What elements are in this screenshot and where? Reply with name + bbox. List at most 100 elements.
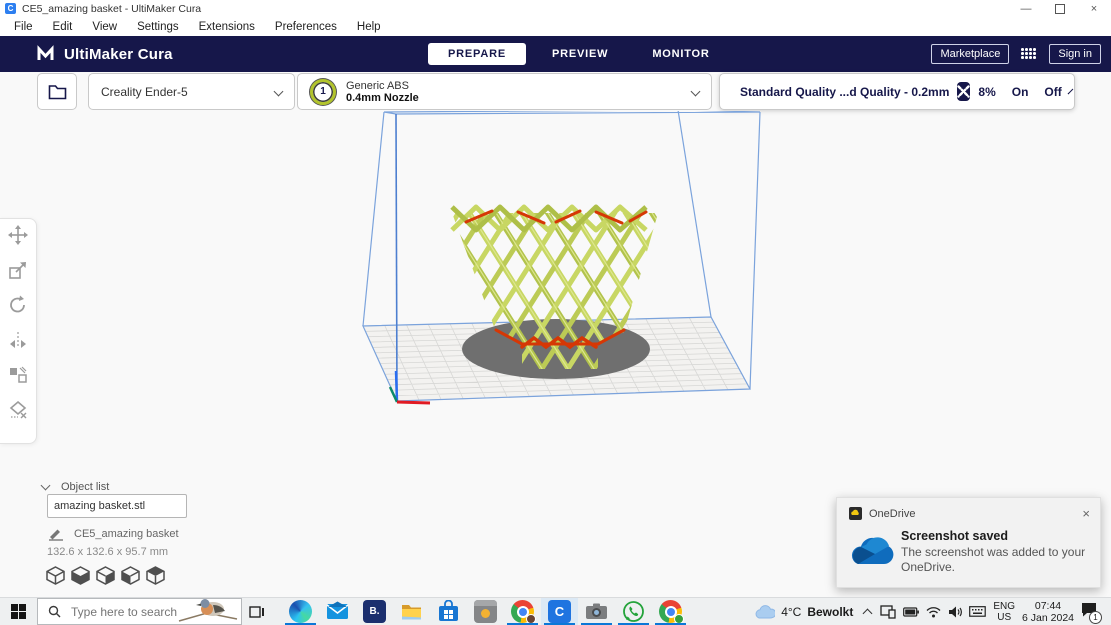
- taskbar-item-store[interactable]: [430, 598, 467, 625]
- marketplace-button[interactable]: Marketplace: [931, 44, 1010, 64]
- touch-keyboard-icon[interactable]: [969, 606, 987, 617]
- menu-item-preferences[interactable]: Preferences: [265, 21, 347, 33]
- toast-title: Screenshot saved: [901, 529, 1008, 543]
- mail-icon: [326, 601, 349, 619]
- printer-selector[interactable]: Creality Ender-5: [88, 73, 295, 110]
- taskbar-item-chrome-1[interactable]: [504, 598, 541, 625]
- profile-label: Standard Quality ...d Quality - 0.2mm: [740, 84, 950, 99]
- view-right-button[interactable]: [145, 565, 166, 586]
- stage-tabs: PREPARE PREVIEW MONITOR: [428, 36, 728, 72]
- onedrive-cloud-icon: [851, 537, 894, 564]
- chrome-icon: [659, 600, 684, 624]
- object-list-label: Object list: [61, 481, 110, 493]
- menu-item-extensions[interactable]: Extensions: [189, 21, 265, 33]
- weather-cloud-icon: [755, 604, 776, 618]
- mirror-tool-icon[interactable]: [8, 330, 28, 350]
- toast-body: The screenshot was added to your OneDriv…: [901, 545, 1086, 574]
- chevron-down-icon: [40, 480, 51, 491]
- menu-item-settings[interactable]: Settings: [127, 21, 189, 33]
- view-top-button[interactable]: [95, 565, 116, 586]
- cura-icon: C: [548, 600, 571, 623]
- infill-value: 8%: [978, 84, 996, 99]
- wifi-icon[interactable]: [926, 606, 941, 618]
- rotate-tool-icon[interactable]: [8, 295, 28, 315]
- tray-expand-icon[interactable]: [862, 608, 873, 618]
- object-name: CE5_amazing basket: [74, 528, 179, 540]
- task-view-icon: [249, 605, 264, 618]
- build-volume-left-edge: [395, 113, 398, 402]
- app-icon: C: [5, 3, 16, 14]
- menu-item-file[interactable]: File: [4, 21, 43, 33]
- print-settings-selector[interactable]: Standard Quality ...d Quality - 0.2mm 8%…: [719, 73, 1075, 110]
- folder-icon: [48, 84, 66, 99]
- taskbar-item-mail[interactable]: [319, 598, 356, 625]
- taskbar-item-booking[interactable]: B.: [356, 598, 393, 625]
- view-front-button[interactable]: [70, 565, 91, 586]
- language-indicator[interactable]: ENG US: [993, 601, 1015, 623]
- taskbar-clock[interactable]: 07:44 6 Jan 2024: [1022, 600, 1074, 624]
- weather-description: Bewolkt: [807, 604, 854, 619]
- model-dimensions: 132.6 x 132.6 x 95.7 mm: [47, 546, 169, 558]
- taskbar-item-chrome-2[interactable]: [652, 598, 689, 625]
- close-button[interactable]: ×: [1077, 0, 1111, 17]
- sign-in-button[interactable]: Sign in: [1049, 44, 1101, 64]
- tab-prepare[interactable]: PREPARE: [428, 43, 526, 65]
- language-code: ENG: [993, 600, 1016, 612]
- menu-item-view[interactable]: View: [82, 21, 127, 33]
- object-list-toggle[interactable]: Object list: [40, 480, 110, 493]
- extruder-badge: 1: [310, 78, 336, 105]
- title-bar: C CE5_amazing basket - UltiMaker Cura — …: [0, 0, 1111, 17]
- main-header: UltiMaker Cura PREPARE PREVIEW MONITOR M…: [0, 36, 1111, 72]
- booking-icon: B.: [363, 600, 386, 623]
- menu-item-edit[interactable]: Edit: [43, 21, 83, 33]
- tab-preview[interactable]: PREVIEW: [534, 43, 626, 65]
- taskbar-item-cura[interactable]: C: [541, 598, 578, 625]
- action-center-button[interactable]: 1: [1081, 602, 1102, 624]
- windows-logo-icon: [11, 604, 26, 619]
- move-tool-icon[interactable]: [8, 225, 28, 245]
- view-orientation-buttons: [45, 565, 166, 586]
- toast-close-button[interactable]: ×: [1082, 506, 1090, 521]
- weather-widget[interactable]: 4°C Bewolkt: [754, 605, 853, 619]
- start-button[interactable]: [0, 598, 37, 625]
- filename-input[interactable]: [47, 494, 187, 518]
- clock-date: 6 Jan 2024: [1022, 611, 1074, 624]
- chevron-down-icon: [690, 86, 701, 97]
- chevron-down-icon: [273, 86, 284, 97]
- support-blocker-icon[interactable]: [8, 400, 28, 420]
- battery-icon[interactable]: [903, 606, 920, 617]
- scale-tool-icon[interactable]: [8, 260, 28, 280]
- task-view-button[interactable]: [242, 598, 272, 625]
- tool-panel: [0, 218, 37, 444]
- notification-badge: 1: [1089, 610, 1102, 624]
- material-name: Generic ABS: [346, 79, 409, 92]
- material-selector[interactable]: 1 Generic ABS 0.4mm Nozzle: [297, 73, 712, 110]
- view-3d-button[interactable]: [45, 565, 66, 586]
- chrome-icon: [511, 600, 536, 624]
- maximize-icon: [1055, 3, 1065, 14]
- minimize-button[interactable]: —: [1009, 0, 1043, 17]
- tab-monitor[interactable]: MONITOR: [634, 43, 727, 65]
- weather-temperature: 4°C: [781, 604, 802, 619]
- taskbar-item-camera[interactable]: [578, 598, 615, 625]
- taskbar-item-edge[interactable]: [282, 598, 319, 625]
- taskbar-item-file-explorer[interactable]: [393, 598, 430, 625]
- volume-icon[interactable]: [948, 606, 963, 618]
- your-phone-icon[interactable]: [880, 604, 897, 619]
- file-explorer-icon: [402, 605, 421, 620]
- menu-item-help[interactable]: Help: [347, 21, 391, 33]
- onedrive-notification: OneDrive × Screenshot saved The screensh…: [836, 497, 1101, 588]
- open-file-button[interactable]: [37, 73, 77, 110]
- taskbar-item-whatsapp[interactable]: [615, 598, 652, 625]
- taskbar-item-gray-app[interactable]: [467, 598, 504, 625]
- nozzle-size: 0.4mm Nozzle: [346, 91, 419, 104]
- apps-grid-icon[interactable]: [1021, 48, 1037, 60]
- view-left-button[interactable]: [120, 565, 141, 586]
- onedrive-app-icon: [849, 507, 862, 520]
- chevron-down-icon: [1067, 88, 1074, 95]
- menu-bar: File Edit View Settings Extensions Prefe…: [0, 17, 1111, 36]
- taskbar-search[interactable]: [37, 598, 242, 625]
- per-model-settings-icon[interactable]: [8, 365, 28, 385]
- maximize-button[interactable]: [1043, 0, 1077, 17]
- object-list-item[interactable]: CE5_amazing basket: [48, 527, 179, 541]
